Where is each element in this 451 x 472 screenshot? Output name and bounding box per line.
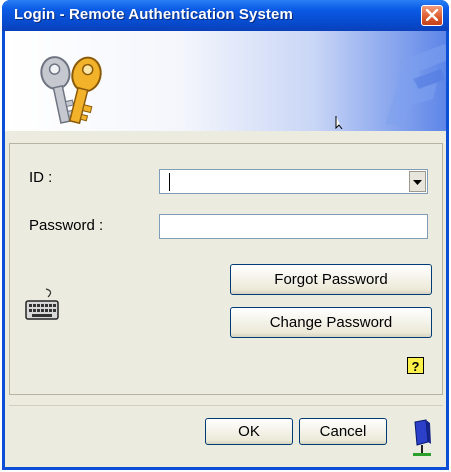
network-status-icon[interactable] (406, 418, 436, 465)
keys-icon (37, 49, 117, 131)
id-label: ID : (29, 169, 53, 186)
dialog-body: ID : Password : Forgot Password Change P… (5, 31, 446, 467)
close-button[interactable] (421, 5, 443, 26)
window-title: Login - Remote Authentication System (14, 6, 293, 23)
chevron-down-icon (410, 178, 425, 195)
id-dropdown-button[interactable] (409, 171, 426, 192)
help-glyph: ? (411, 359, 420, 374)
cancel-button[interactable]: Cancel (299, 418, 387, 445)
login-window: Login - Remote Authentication System ID … (2, 0, 449, 470)
password-label: Password : (29, 217, 104, 234)
keyboard-icon[interactable] (24, 287, 60, 332)
id-combobox[interactable] (159, 169, 428, 194)
login-form-panel: ID : Password : Forgot Password Change P… (9, 143, 443, 395)
title-bar[interactable]: Login - Remote Authentication System (2, 0, 449, 31)
change-password-button[interactable]: Change Password (230, 307, 432, 338)
password-field[interactable] (159, 214, 428, 239)
forgot-password-button[interactable]: Forgot Password (230, 264, 432, 295)
banner-watermark-icon (375, 39, 446, 131)
help-icon[interactable]: ? (407, 357, 424, 374)
text-caret (169, 173, 170, 191)
mouse-cursor-icon (335, 115, 353, 131)
banner (5, 31, 446, 131)
ok-button[interactable]: OK (205, 418, 293, 445)
button-bar: OK Cancel (9, 405, 443, 462)
